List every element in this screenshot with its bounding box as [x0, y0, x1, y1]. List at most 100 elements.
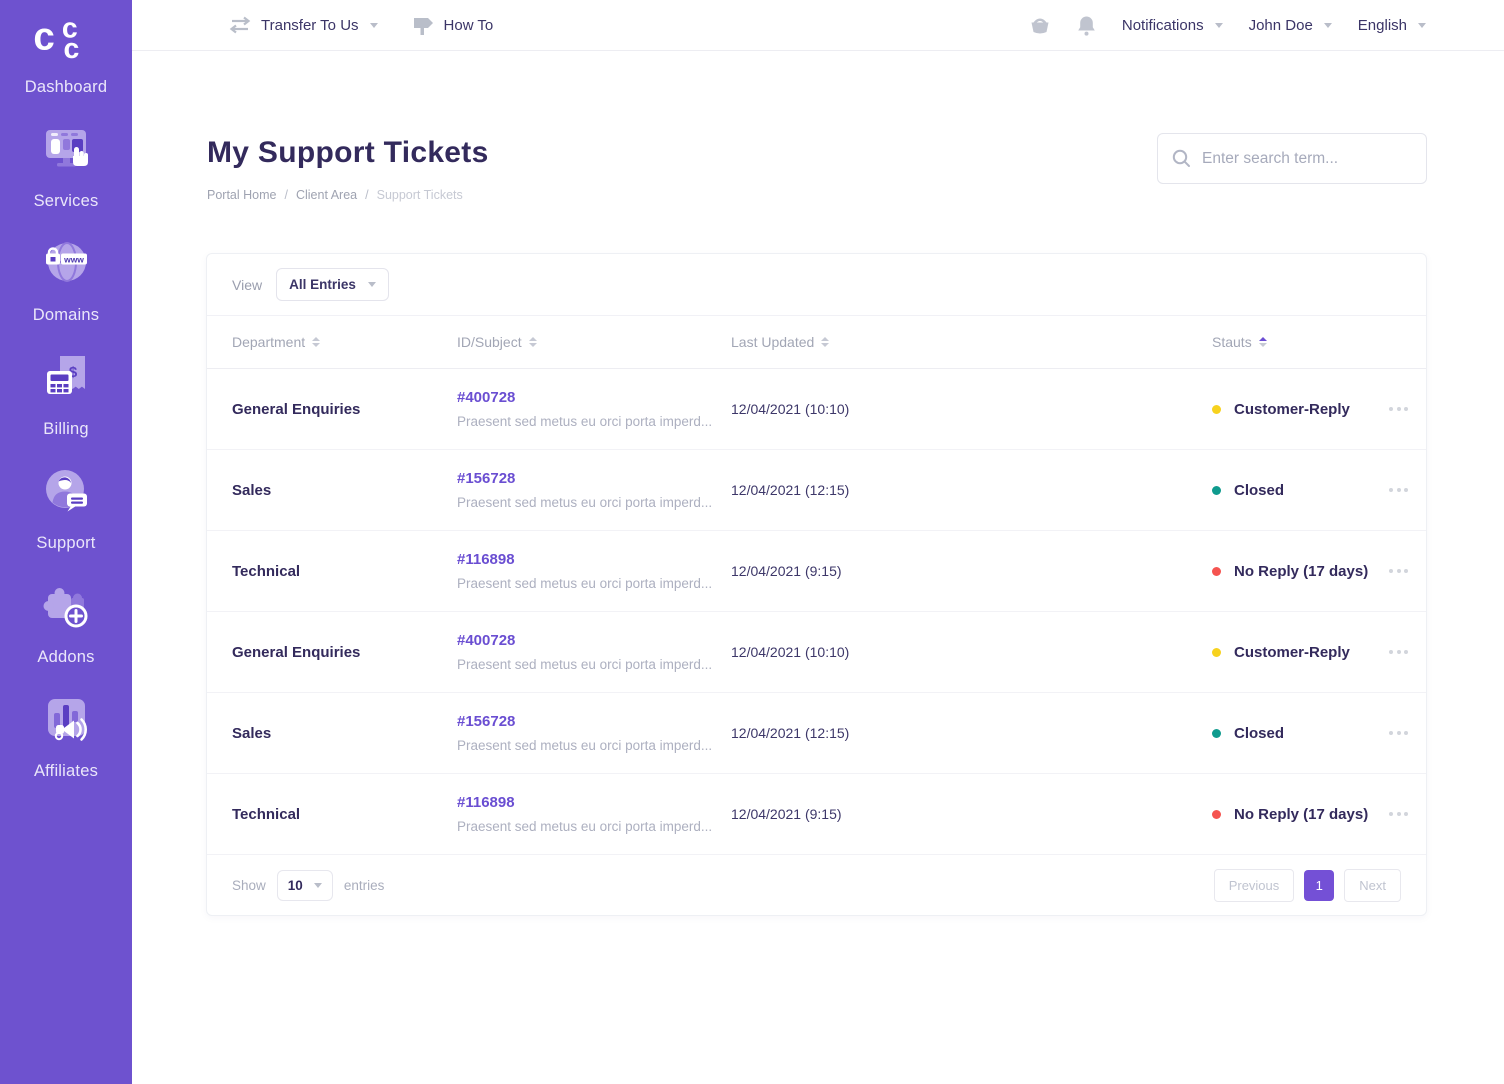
- addons-icon[interactable]: [0, 578, 132, 630]
- sidebar-item-affiliates[interactable]: Affiliates: [0, 762, 132, 781]
- bell-icon[interactable]: [1077, 15, 1096, 36]
- ticket-id-link[interactable]: #116898: [457, 551, 731, 568]
- ticket-subject: Praesent sed metus eu orci porta imperd.…: [457, 657, 731, 672]
- ticket-last-updated: 12/04/2021 (10:10): [731, 644, 1212, 660]
- status-badge: Closed: [1234, 482, 1284, 499]
- status-dot: [1212, 567, 1221, 576]
- page-size-value: 10: [288, 878, 303, 893]
- support-icon[interactable]: [0, 464, 132, 516]
- ticket-id-link[interactable]: #156728: [457, 713, 731, 730]
- sidebar-item-services[interactable]: Services: [0, 192, 132, 211]
- status-dot: [1212, 486, 1221, 495]
- transfer-to-us-menu[interactable]: Transfer To Us: [228, 16, 378, 34]
- row-actions-menu[interactable]: [1387, 401, 1421, 417]
- ticket-id-link[interactable]: #116898: [457, 794, 731, 811]
- sort-icon: [821, 337, 829, 347]
- ticket-last-updated: 12/04/2021 (9:15): [731, 563, 1212, 579]
- sidebar-item-support[interactable]: Support: [0, 534, 132, 553]
- user-menu[interactable]: John Doe: [1249, 17, 1332, 34]
- status-dot: [1212, 648, 1221, 657]
- table-row: General Enquiries #400728 Praesent sed m…: [207, 369, 1426, 450]
- breadcrumb-client-area[interactable]: Client Area: [296, 188, 357, 202]
- sidebar-item-domains[interactable]: Domains: [0, 306, 132, 325]
- previous-page-button[interactable]: Previous: [1214, 869, 1295, 902]
- table-footer: Show 10 entries Previous 1 Next: [207, 855, 1426, 915]
- ticket-id-link[interactable]: #400728: [457, 632, 731, 649]
- ticket-last-updated: 12/04/2021 (10:10): [731, 401, 1212, 417]
- status-dot: [1212, 810, 1221, 819]
- sort-icon: [529, 337, 537, 347]
- status-badge: Customer-Reply: [1234, 401, 1350, 418]
- ticket-department: General Enquiries: [232, 644, 457, 661]
- ticket-department: Technical: [232, 806, 457, 823]
- table-header-row: Department ID/Subject Last Updated Staut…: [207, 316, 1426, 369]
- chevron-down-icon: [314, 883, 322, 888]
- column-header-department[interactable]: Department: [232, 334, 457, 350]
- row-actions-menu[interactable]: [1387, 482, 1421, 498]
- status-badge: No Reply (17 days): [1234, 806, 1368, 823]
- status-dot: [1212, 405, 1221, 414]
- breadcrumb: Portal Home / Client Area / Support Tick…: [207, 188, 463, 202]
- notifications-menu[interactable]: Notifications: [1122, 17, 1223, 34]
- next-page-button[interactable]: Next: [1344, 869, 1401, 902]
- table-row: General Enquiries #400728 Praesent sed m…: [207, 612, 1426, 693]
- row-actions-menu[interactable]: [1387, 644, 1421, 660]
- transfer-arrows-icon: [228, 16, 252, 34]
- billing-icon[interactable]: $: [0, 350, 132, 402]
- table-row: Technical #116898 Praesent sed metus eu …: [207, 531, 1426, 612]
- ticket-department: Sales: [232, 482, 457, 499]
- notifications-label: Notifications: [1122, 17, 1204, 34]
- app-logo[interactable]: c c c: [0, 8, 132, 69]
- pagination: Previous 1 Next: [1214, 869, 1401, 902]
- ticket-subject: Praesent sed metus eu orci porta imperd.…: [457, 576, 731, 591]
- row-actions-menu[interactable]: [1387, 725, 1421, 741]
- status-badge: Customer-Reply: [1234, 644, 1350, 661]
- column-header-id-subject[interactable]: ID/Subject: [457, 334, 731, 350]
- ticket-last-updated: 12/04/2021 (12:15): [731, 725, 1212, 741]
- table-row: Sales #156728 Praesent sed metus eu orci…: [207, 450, 1426, 531]
- search-input[interactable]: [1202, 150, 1412, 168]
- chevron-down-icon: [1324, 23, 1332, 28]
- sidebar-item-dashboard[interactable]: Dashboard: [0, 78, 132, 97]
- column-header-last-updated[interactable]: Last Updated: [731, 334, 1212, 350]
- view-entries-select[interactable]: All Entries: [276, 268, 389, 301]
- chevron-down-icon: [368, 282, 376, 287]
- language-menu[interactable]: English: [1358, 17, 1426, 34]
- how-to-link[interactable]: How To: [412, 15, 494, 35]
- search-box: [1157, 133, 1427, 184]
- svg-text:c: c: [63, 33, 79, 64]
- svg-text:www: www: [63, 255, 84, 265]
- ticket-id-link[interactable]: #156728: [457, 470, 731, 487]
- view-entries-value: All Entries: [289, 277, 356, 292]
- status-badge: No Reply (17 days): [1234, 563, 1368, 580]
- ticket-subject: Praesent sed metus eu orci porta imperd.…: [457, 414, 731, 429]
- transfer-to-us-label: Transfer To Us: [261, 17, 359, 34]
- topbar: Transfer To Us How To Notifications John…: [132, 0, 1504, 51]
- cart-icon[interactable]: [1029, 15, 1051, 36]
- sidebar-item-billing[interactable]: Billing: [0, 420, 132, 439]
- language-label: English: [1358, 17, 1407, 34]
- view-bar: View All Entries: [207, 254, 1426, 316]
- breadcrumb-portal-home[interactable]: Portal Home: [207, 188, 276, 202]
- current-page-button[interactable]: 1: [1304, 870, 1334, 901]
- row-actions-menu[interactable]: [1387, 563, 1421, 579]
- services-icon[interactable]: [0, 122, 132, 174]
- affiliates-icon[interactable]: [0, 692, 132, 744]
- ticket-last-updated: 12/04/2021 (12:15): [731, 482, 1212, 498]
- sidebar-item-addons[interactable]: Addons: [0, 648, 132, 667]
- status-dot: [1212, 729, 1221, 738]
- signpost-icon: [412, 15, 435, 35]
- svg-text:c: c: [33, 15, 54, 58]
- ticket-department: Technical: [232, 563, 457, 580]
- view-label: View: [232, 277, 262, 293]
- sort-icon-active: [1259, 337, 1267, 347]
- row-actions-menu[interactable]: [1387, 806, 1421, 822]
- breadcrumb-separator: /: [284, 188, 287, 202]
- ticket-id-link[interactable]: #400728: [457, 389, 731, 406]
- domains-icon[interactable]: www: [0, 236, 132, 288]
- column-header-status[interactable]: Stauts: [1212, 334, 1387, 350]
- chevron-down-icon: [1418, 23, 1426, 28]
- entries-label: entries: [344, 878, 385, 893]
- status-badge: Closed: [1234, 725, 1284, 742]
- page-size-select[interactable]: 10: [277, 870, 333, 901]
